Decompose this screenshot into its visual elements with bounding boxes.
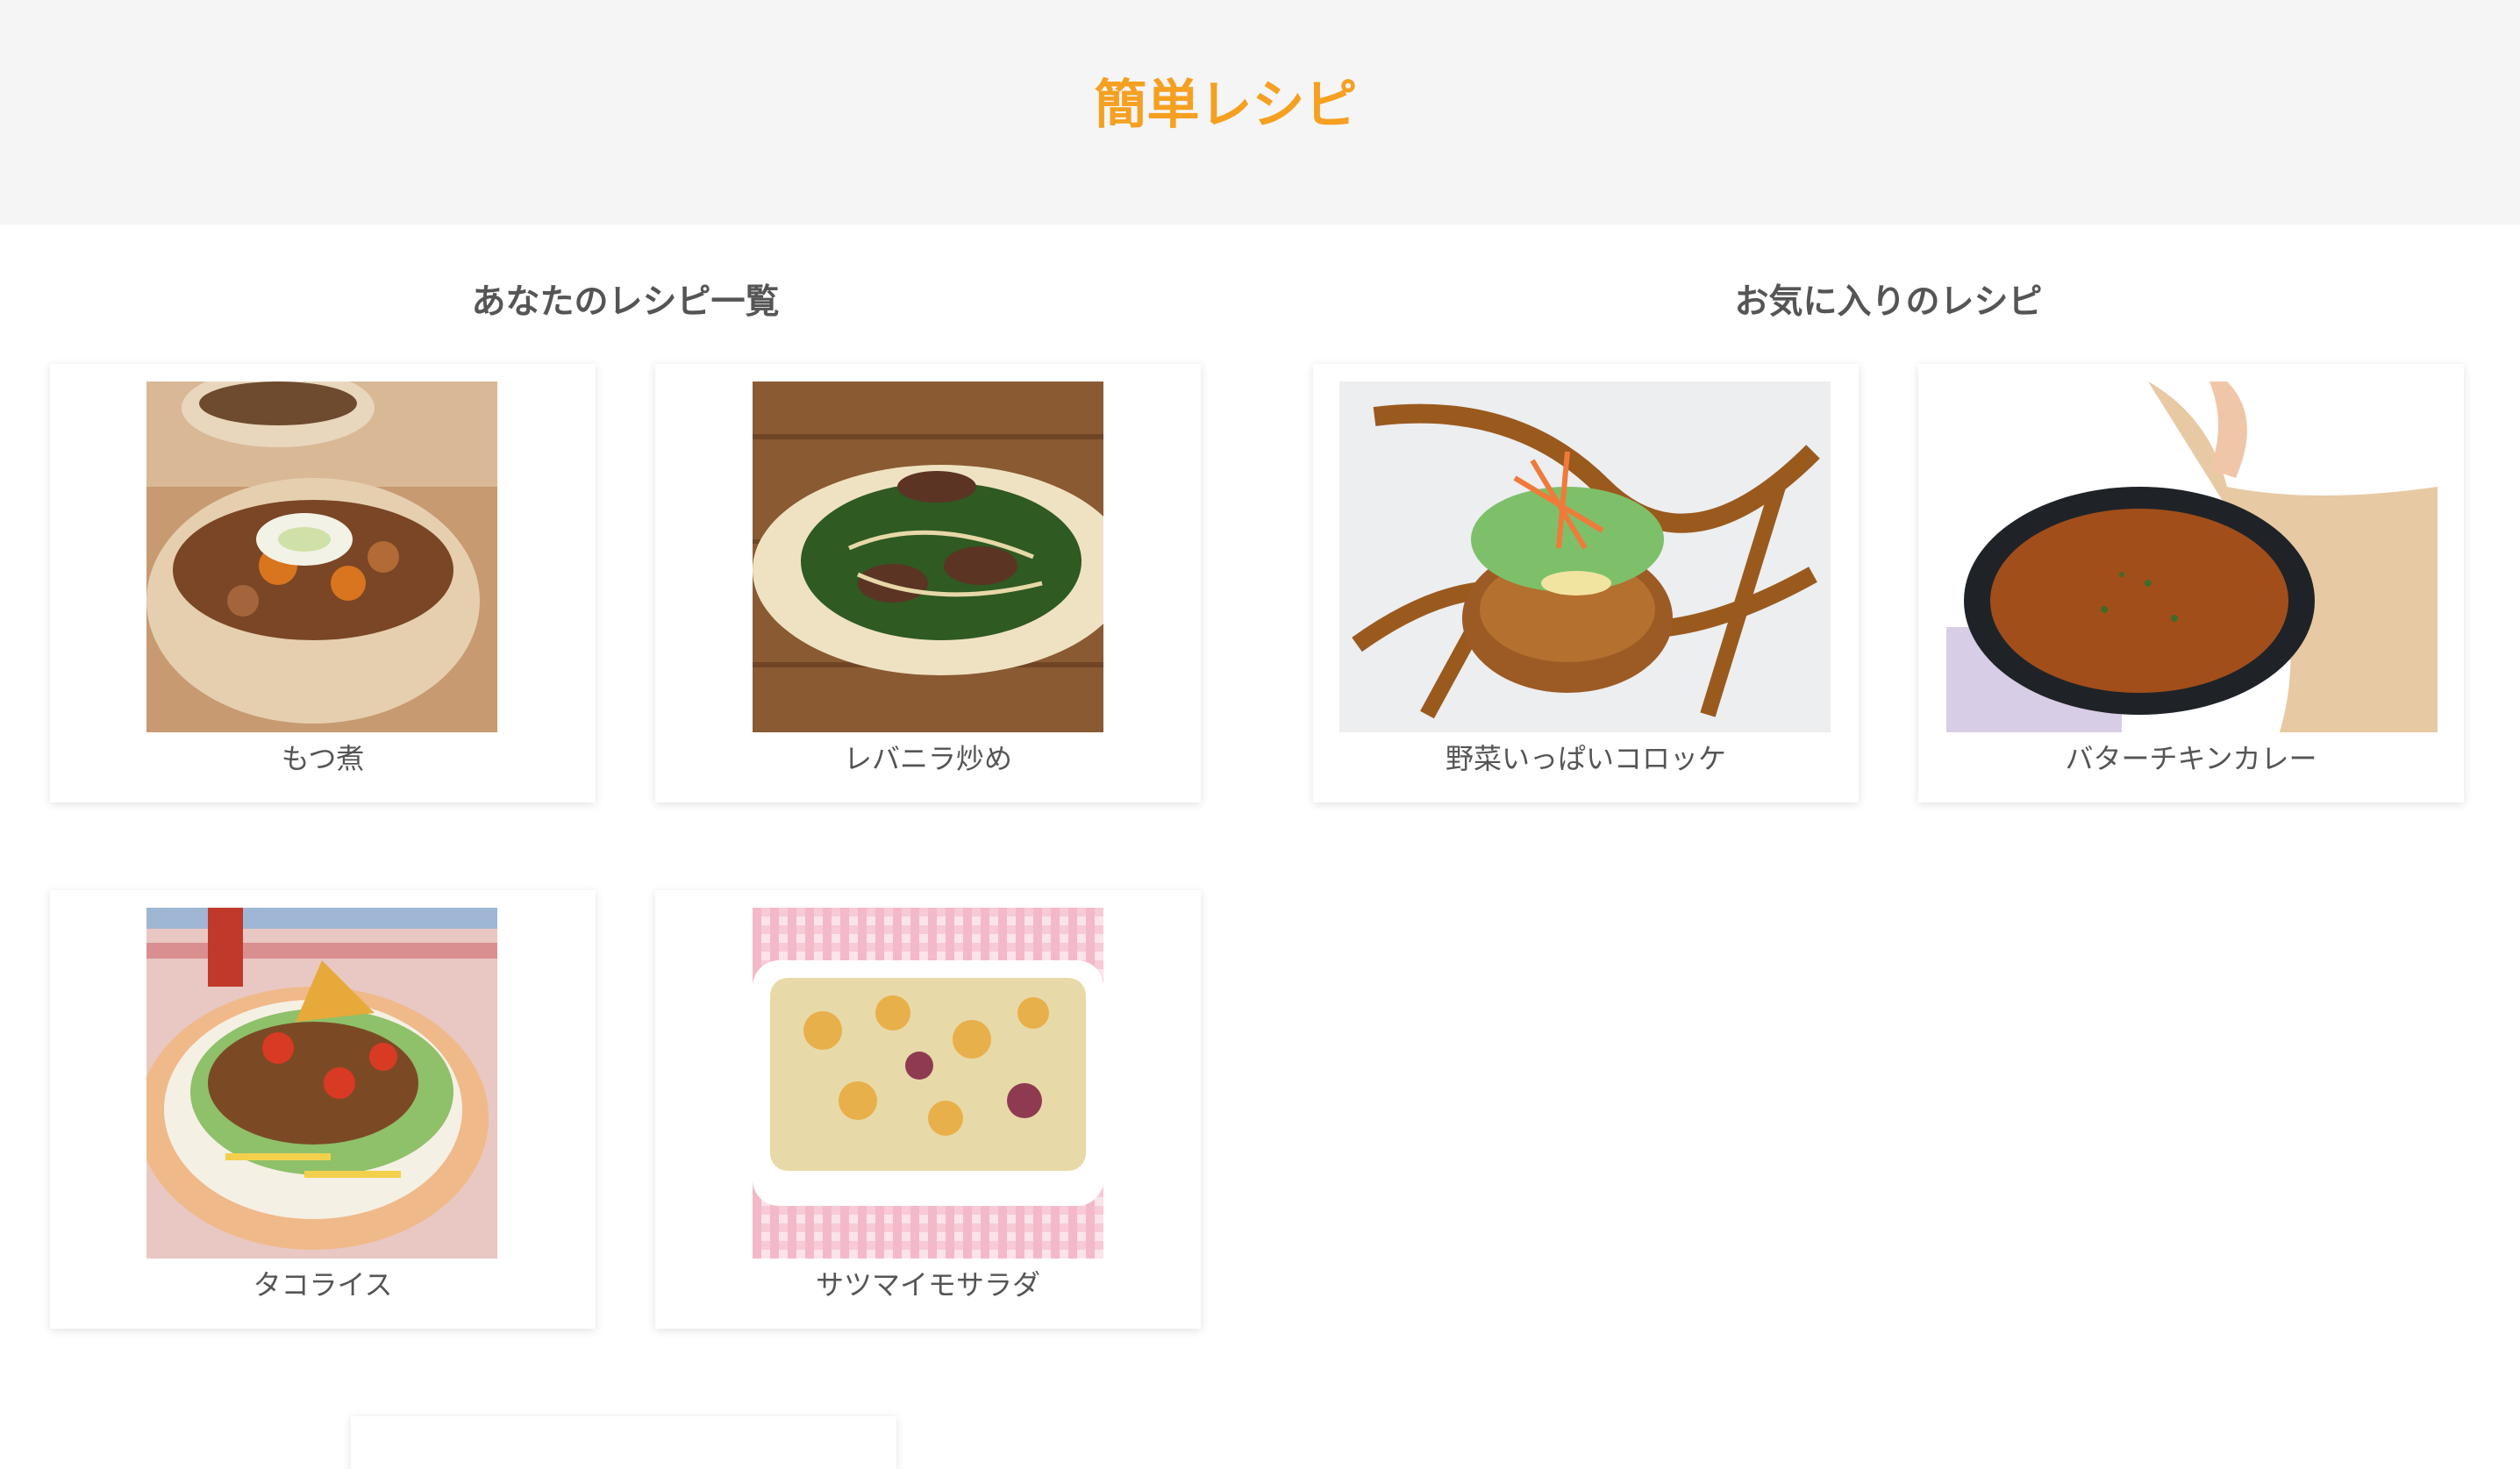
recipe-name: もつ煮 xyxy=(281,742,365,775)
recipe-photo xyxy=(1946,382,2438,732)
recipe-name: タコライス xyxy=(253,1268,393,1301)
favorite-recipes-heading: お気に入りのレシピ xyxy=(1734,282,2043,322)
recipe-photo xyxy=(753,382,1103,732)
recipe-name: バターチキンカレー xyxy=(2065,742,2317,775)
recipe-name: サツマイモサラダ xyxy=(815,1268,1040,1301)
recipe-card[interactable]: レバニラ炒め xyxy=(655,364,1201,802)
recipe-photo xyxy=(1339,382,1831,732)
recipe-card[interactable]: タコライス xyxy=(50,890,596,1329)
recipe-name: レバニラ炒め xyxy=(843,742,1012,775)
recipe-card[interactable]: もつ煮 xyxy=(50,364,596,802)
site-title[interactable]: 簡単レシピ xyxy=(0,70,2452,140)
recipe-card[interactable]: バターチキンカレー xyxy=(1918,364,2464,802)
site-header: 簡単レシピ xyxy=(0,0,2520,225)
recipe-photo xyxy=(146,382,497,732)
recipe-card[interactable] xyxy=(351,1416,896,1469)
recipe-card[interactable]: サツマイモサラダ xyxy=(655,890,1201,1329)
recipe-name: 野菜いっぱいコロッケ xyxy=(1445,742,1726,775)
recipe-card[interactable]: 野菜いっぱいコロッケ xyxy=(1313,364,1859,802)
my-recipes-heading: あなたのレシピ一覧 xyxy=(471,282,780,322)
recipe-photo xyxy=(753,908,1103,1259)
recipe-photo xyxy=(146,908,497,1259)
